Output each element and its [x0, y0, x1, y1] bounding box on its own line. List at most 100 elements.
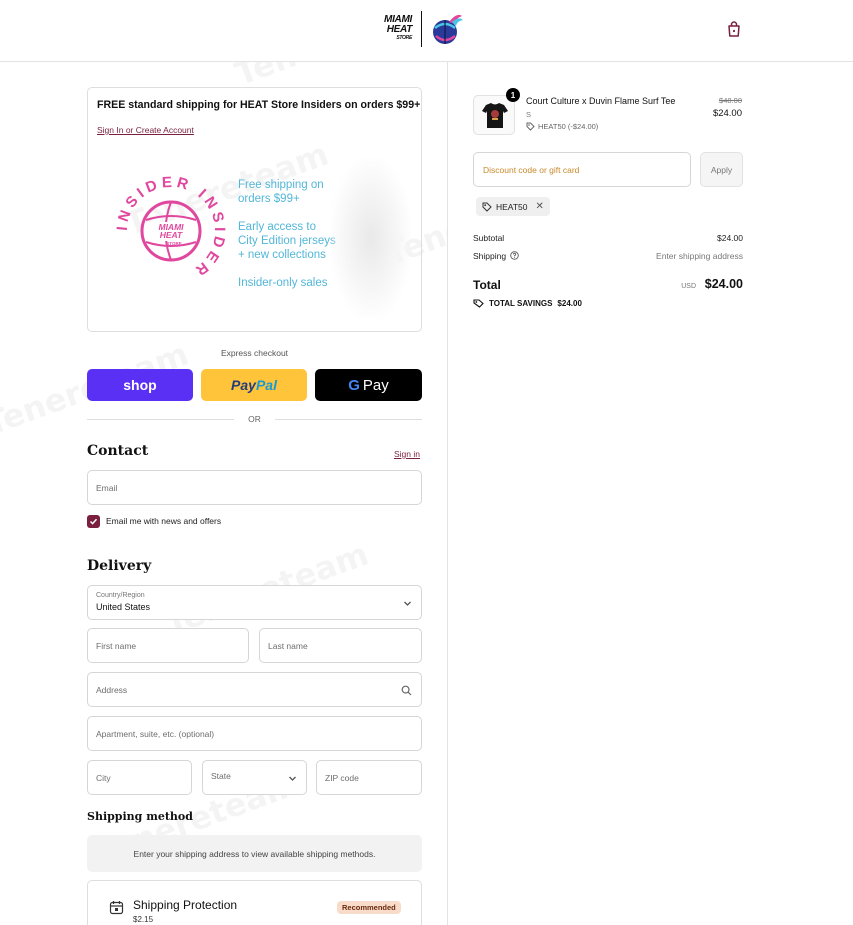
logo-line: STORE: [396, 35, 412, 41]
product-original-price: $48.00: [719, 96, 742, 105]
discount-code-label: HEAT50: [496, 201, 528, 212]
shipping-value: Enter shipping address: [656, 251, 743, 261]
country-label: Country/Region: [96, 592, 145, 599]
badge-center-line: STORE: [166, 241, 181, 246]
product-price: $24.00: [712, 108, 742, 119]
shipping-method-info: Enter your shipping address to view avai…: [87, 835, 422, 872]
recommended-badge: Recommended: [337, 901, 401, 914]
google-g-icon: G: [348, 376, 360, 394]
subtotal-value: $24.00: [717, 233, 743, 243]
discount-placeholder: Discount code or gift card: [483, 164, 580, 175]
chevron-down-icon: [289, 776, 296, 781]
express-checkout-label: Express checkout: [220, 348, 289, 358]
tshirt-image: [482, 103, 508, 128]
total-value: $24.00: [704, 277, 743, 291]
google-pay-label: Pay: [362, 376, 389, 394]
remove-discount-icon[interactable]: ✕: [536, 201, 544, 212]
protection-title: Shipping Protection: [133, 898, 238, 912]
zip-field[interactable]: ZIP code: [316, 760, 422, 795]
badge-center-line: HEAT: [160, 230, 183, 240]
country-value: United States: [96, 602, 151, 612]
logo-line: HEAT: [386, 24, 413, 35]
product-name: Court Culture x Duvin Flame Surf Tee: [526, 96, 676, 106]
savings-tag-icon: [473, 299, 484, 308]
promo-title: FREE standard shipping for HEAT Store In…: [97, 99, 422, 111]
google-pay-button[interactable]: G Pay: [315, 369, 422, 401]
discount-code-field[interactable]: Discount code or gift card: [473, 152, 691, 187]
logo-divider: [421, 11, 422, 47]
tag-icon: [482, 202, 492, 212]
shipping-info-text: Enter your shipping address to view avai…: [133, 848, 376, 859]
product-variant: S: [526, 110, 532, 119]
product-discount-text: HEAT50 (-$24.00): [538, 122, 599, 131]
last-name-field[interactable]: Last name: [259, 628, 422, 663]
paypal-label-b: Pal: [255, 377, 277, 393]
protection-price: $2.15: [133, 915, 154, 924]
city-field[interactable]: City: [87, 760, 192, 795]
shipping-label: Shipping: [473, 251, 507, 261]
first-name-field[interactable]: First name: [87, 628, 249, 663]
apply-button[interactable]: Apply: [700, 152, 743, 187]
city-placeholder: City: [96, 772, 111, 783]
total-currency: USD: [681, 283, 696, 290]
apartment-placeholder: Apartment, suite, etc. (optional): [96, 728, 215, 739]
subtotal-row: Subtotal $24.00: [473, 233, 743, 243]
applied-discount-chip: HEAT50 ✕: [476, 197, 550, 216]
email-placeholder: Email: [96, 482, 118, 493]
site-header: MIAMI HEAT STORE: [0, 0, 853, 62]
address-field[interactable]: Address: [87, 672, 422, 707]
promo-decoration: [331, 158, 411, 318]
order-summary-panel: [447, 62, 853, 925]
state-placeholder: State: [211, 770, 231, 781]
checkmark-icon: [89, 518, 98, 525]
state-select[interactable]: State: [202, 760, 307, 795]
insider-promo-banner: FREE standard shipping for HEAT Store In…: [87, 87, 422, 332]
apartment-field[interactable]: Apartment, suite, etc. (optional): [87, 716, 422, 751]
benefit-line: + new collections: [238, 249, 326, 261]
contact-heading: Contact: [87, 443, 149, 459]
total-label: Total: [473, 278, 501, 292]
country-select[interactable]: Country/Region United States: [87, 585, 422, 620]
newsletter-checkbox[interactable]: [87, 515, 100, 528]
shipping-row: Shipping Enter shipping address: [473, 251, 743, 261]
zip-placeholder: ZIP code: [325, 772, 359, 783]
tag-icon: [526, 122, 535, 131]
benefit-line: orders $99+: [238, 193, 300, 205]
shopping-bag-icon[interactable]: [725, 20, 743, 38]
delivery-heading: Delivery: [87, 558, 152, 574]
shipping-protection-option[interactable]: Shipping Protection $2.15 Recommended: [87, 880, 422, 925]
email-field[interactable]: Email: [87, 470, 422, 505]
shop-pay-button[interactable]: shop: [87, 369, 193, 401]
benefit-line: City Edition jerseys: [238, 235, 336, 247]
store-logo[interactable]: MIAMI HEAT STORE: [364, 15, 412, 42]
shipping-method-heading: Shipping method: [87, 810, 193, 823]
paypal-label-a: Pay: [231, 377, 256, 393]
savings-value: $24.00: [557, 298, 582, 308]
benefit-line: Free shipping on: [238, 179, 324, 191]
total-row: Total USD $24.00: [473, 277, 743, 295]
address-placeholder: Address: [96, 684, 128, 695]
total-savings: TOTAL SAVINGS $24.00: [473, 298, 582, 308]
insider-benefits-list: Free shipping on orders $99+ Early acces…: [238, 178, 336, 290]
subtotal-label: Subtotal: [473, 233, 505, 243]
heat-ball-logo-icon: [433, 14, 463, 44]
first-name-placeholder: First name: [96, 640, 137, 651]
last-name-placeholder: Last name: [268, 640, 308, 651]
apply-label: Apply: [710, 164, 733, 175]
help-circle-icon[interactable]: [510, 251, 520, 260]
contact-sign-in-link[interactable]: Sign in: [394, 449, 420, 459]
benefit-line: Early access to: [238, 221, 316, 233]
product-discount: HEAT50 (-$24.00): [526, 122, 598, 131]
search-icon: [401, 685, 412, 696]
or-divider: OR: [87, 414, 422, 426]
paypal-button[interactable]: Pay Pal: [201, 369, 307, 401]
shop-pay-label: shop: [123, 377, 157, 393]
newsletter-label: Email me with news and offers: [106, 516, 222, 526]
chevron-down-icon: [404, 601, 411, 606]
quantity-badge: 1: [506, 88, 520, 102]
savings-label: TOTAL SAVINGS: [489, 298, 553, 308]
insider-badge-icon: INSIDER INSIDER MIAMI HEAT STORE: [116, 176, 224, 281]
sign-in-create-account-link[interactable]: Sign In or Create Account: [97, 125, 194, 135]
calendar-icon: [109, 901, 124, 915]
benefit-line: Insider-only sales: [238, 277, 328, 289]
